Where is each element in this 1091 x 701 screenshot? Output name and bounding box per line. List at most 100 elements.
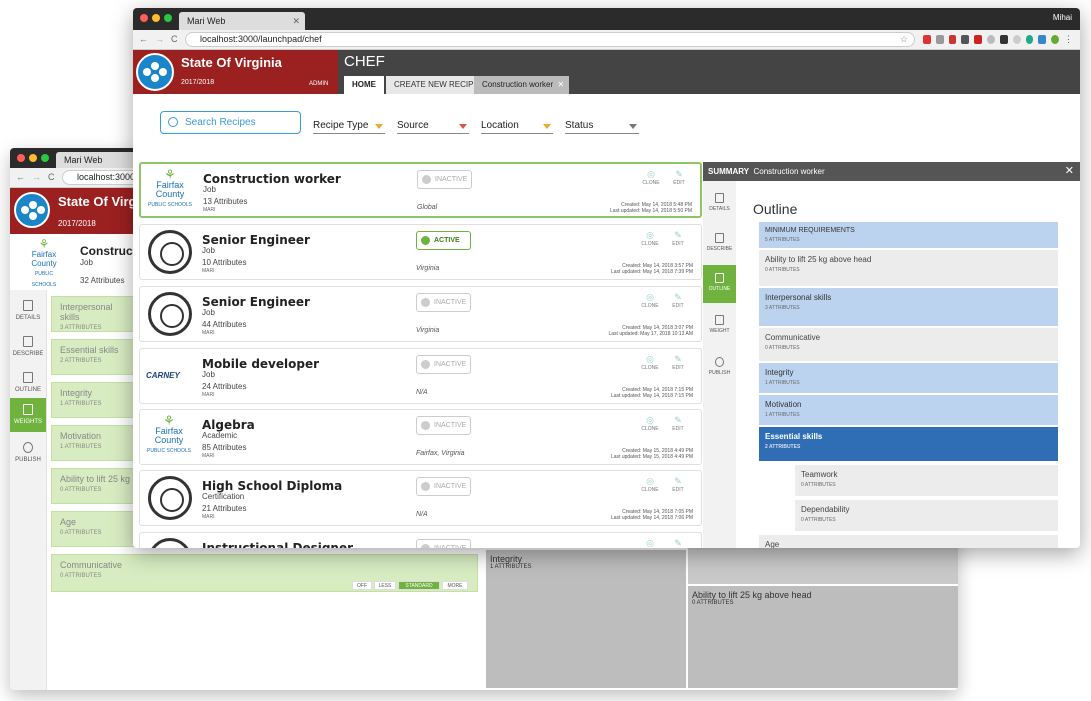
status-badge[interactable]: INACTIVE <box>417 170 472 189</box>
browser-tab[interactable]: Mari Web <box>56 152 136 168</box>
weight-item-expanded[interactable]: Communicative 0 ATTRIBUTES OFF LESS STAND… <box>51 554 478 592</box>
close-tab-icon[interactable]: ✕ <box>292 12 300 30</box>
search-input[interactable]: Search Recipes <box>160 111 301 134</box>
sidebar-item-outline[interactable]: OUTLINE <box>10 372 46 393</box>
weight-item[interactable]: Essential skills 2 ATTRIBUTES <box>51 339 135 375</box>
filter-location[interactable]: Location <box>481 120 553 134</box>
clone-button[interactable]: ◎CLONE <box>640 537 660 548</box>
outline-item[interactable]: Teamwork 0 ATTRIBUTES <box>795 465 1058 496</box>
weight-item[interactable]: Age 0 ATTRIBUTES <box>51 511 135 547</box>
maximize-window-button[interactable] <box>164 14 172 22</box>
outline-item[interactable]: Motivation 1 ATTRIBUTES <box>759 395 1058 425</box>
recipe-card[interactable]: Senior Engineer Job 44 Attributes MARI I… <box>139 286 702 342</box>
weight-item[interactable]: Interpersonal skills 3 ATTRIBUTES <box>51 296 135 332</box>
clone-button[interactable]: ◎CLONE <box>640 291 660 309</box>
filter-status[interactable]: Status <box>565 120 639 134</box>
edit-button[interactable]: ✎EDIT <box>668 414 688 432</box>
status-badge[interactable]: INACTIVE <box>416 293 471 312</box>
filter-source[interactable]: Source <box>397 120 469 134</box>
close-tab-icon[interactable]: ✕ <box>557 76 564 94</box>
sidebar-item-weights[interactable]: WEIGHTS <box>10 398 46 432</box>
outline-item[interactable]: Ability to lift 25 kg above head 0 ATTRIB… <box>759 250 1058 286</box>
outline-item[interactable]: MINIMUM REQUIREMENTS 5 ATTRIBUTES <box>759 222 1058 248</box>
edit-button[interactable]: ✎EDIT <box>668 475 688 493</box>
extension-icon[interactable] <box>935 35 944 44</box>
menu-icon[interactable]: ⋮ <box>1064 35 1073 44</box>
outline-item[interactable]: Essential skills 2 ATTRIBUTES <box>759 427 1058 461</box>
clone-button[interactable]: ◎CLONE <box>641 168 661 186</box>
outline-item[interactable]: Integrity 1 ATTRIBUTES <box>759 363 1058 393</box>
extension-icon[interactable] <box>1038 35 1047 44</box>
minimize-window-button[interactable] <box>29 154 37 162</box>
extension-icon[interactable] <box>987 35 995 44</box>
recipe-card[interactable]: ⚘ Fairfax County PUBLIC SCHOOLS Constructio… <box>139 162 702 218</box>
outline-item[interactable]: Communicative 0 ATTRIBUTES <box>759 328 1058 361</box>
sidebar-item-describe[interactable]: DESCRIBE <box>10 336 46 357</box>
weight-item[interactable]: Integrity 1 ATTRIBUTES <box>51 382 135 418</box>
sidebar-item-details[interactable]: DETAILS <box>10 300 46 321</box>
weight-item[interactable]: Ability to lift 25 kg a 0 ATTRIBUTES <box>51 468 135 504</box>
close-window-button[interactable] <box>17 154 25 162</box>
summary-nav-publish[interactable]: PUBLISH <box>703 357 736 376</box>
recipe-card[interactable]: CARNEY Mobile developer Job 24 Attributes… <box>139 348 702 404</box>
outline-item[interactable]: Age <box>759 535 1058 548</box>
tab-create-new-recipe[interactable]: CREATE NEW RECIPE <box>386 76 487 94</box>
extension-icon[interactable] <box>1012 35 1021 44</box>
url-field[interactable]: localhost:3000/launchpad/chef ☆ <box>185 32 915 47</box>
weight-item[interactable]: Motivation 1 ATTRIBUTES <box>51 425 135 461</box>
minimize-window-button[interactable] <box>152 14 160 22</box>
extension-icon[interactable] <box>1025 35 1034 44</box>
weight-standard-button[interactable]: STANDARD <box>398 581 440 590</box>
reload-icon[interactable]: C <box>48 172 55 182</box>
extension-icon[interactable] <box>974 35 983 44</box>
outline-item[interactable]: Interpersonal skills 3 ATTRIBUTES <box>759 288 1058 326</box>
filter-recipe-type[interactable]: Recipe Type <box>313 120 385 134</box>
edit-button[interactable]: ✎EDIT <box>668 353 688 371</box>
sidebar-item-publish[interactable]: PUBLISH <box>10 442 46 463</box>
extension-icon[interactable] <box>999 35 1008 44</box>
forward-icon[interactable]: → <box>32 172 41 182</box>
forward-icon[interactable]: → <box>155 34 164 44</box>
summary-nav-describe[interactable]: DESCRIBE <box>703 233 736 252</box>
status-badge[interactable]: INACTIVE <box>416 539 471 548</box>
status-badge[interactable]: INACTIVE <box>416 416 471 435</box>
summary-nav-weight[interactable]: WEIGHT <box>703 315 736 334</box>
status-badge[interactable]: ACTIVE <box>416 231 471 250</box>
outline-item[interactable]: Dependability 0 ATTRIBUTES <box>795 500 1058 531</box>
status-badge[interactable]: INACTIVE <box>416 477 471 496</box>
sidebar-label: PUBLISH <box>15 457 41 463</box>
edit-button[interactable]: ✎EDIT <box>668 291 688 309</box>
clone-button[interactable]: ◎CLONE <box>640 414 660 432</box>
reload-icon[interactable]: C <box>171 34 178 44</box>
close-summary-icon[interactable]: ✕ <box>1065 162 1074 181</box>
edit-button[interactable]: ✎EDIT <box>668 229 688 247</box>
recipe-card[interactable]: ⚘ Fairfax County PUBLIC SCHOOLS Algebra Aca… <box>139 409 702 465</box>
recipe-card[interactable]: Instructional Designer INACTIVE ◎CLONE ✎… <box>139 532 702 548</box>
recipe-card[interactable]: High School Diploma Certification 21 Att… <box>139 470 702 526</box>
extension-icon[interactable] <box>923 35 931 44</box>
back-icon[interactable]: ← <box>16 172 25 182</box>
weight-more-button[interactable]: MORE <box>442 581 468 590</box>
status-badge[interactable]: INACTIVE <box>416 355 471 374</box>
recipe-card[interactable]: Senior Engineer Job 10 Attributes MARI A… <box>139 224 702 280</box>
weight-off-button[interactable]: OFF <box>352 581 372 590</box>
tab-home[interactable]: HOME <box>344 76 384 94</box>
tab-construction-worker[interactable]: Construction worker ✕ <box>474 76 570 94</box>
clipboard-icon <box>715 233 724 243</box>
summary-nav-details[interactable]: DETAILS <box>703 193 736 212</box>
bookmark-star-icon[interactable]: ☆ <box>900 33 908 46</box>
browser-tab[interactable]: Mari Web ✕ <box>179 12 305 30</box>
summary-nav-outline[interactable]: OUTLINE <box>703 265 736 303</box>
extension-icon[interactable] <box>961 35 970 44</box>
weight-less-button[interactable]: LESS <box>374 581 396 590</box>
clone-button[interactable]: ◎CLONE <box>640 353 660 371</box>
back-icon[interactable]: ← <box>139 34 148 44</box>
extension-icon[interactable] <box>948 35 957 44</box>
clone-button[interactable]: ◎CLONE <box>640 475 660 493</box>
close-window-button[interactable] <box>140 14 148 22</box>
clone-button[interactable]: ◎CLONE <box>640 229 660 247</box>
maximize-window-button[interactable] <box>41 154 49 162</box>
edit-button[interactable]: ✎EDIT <box>668 537 688 548</box>
edit-button[interactable]: ✎EDIT <box>669 168 689 186</box>
extension-icon[interactable] <box>1051 35 1059 44</box>
